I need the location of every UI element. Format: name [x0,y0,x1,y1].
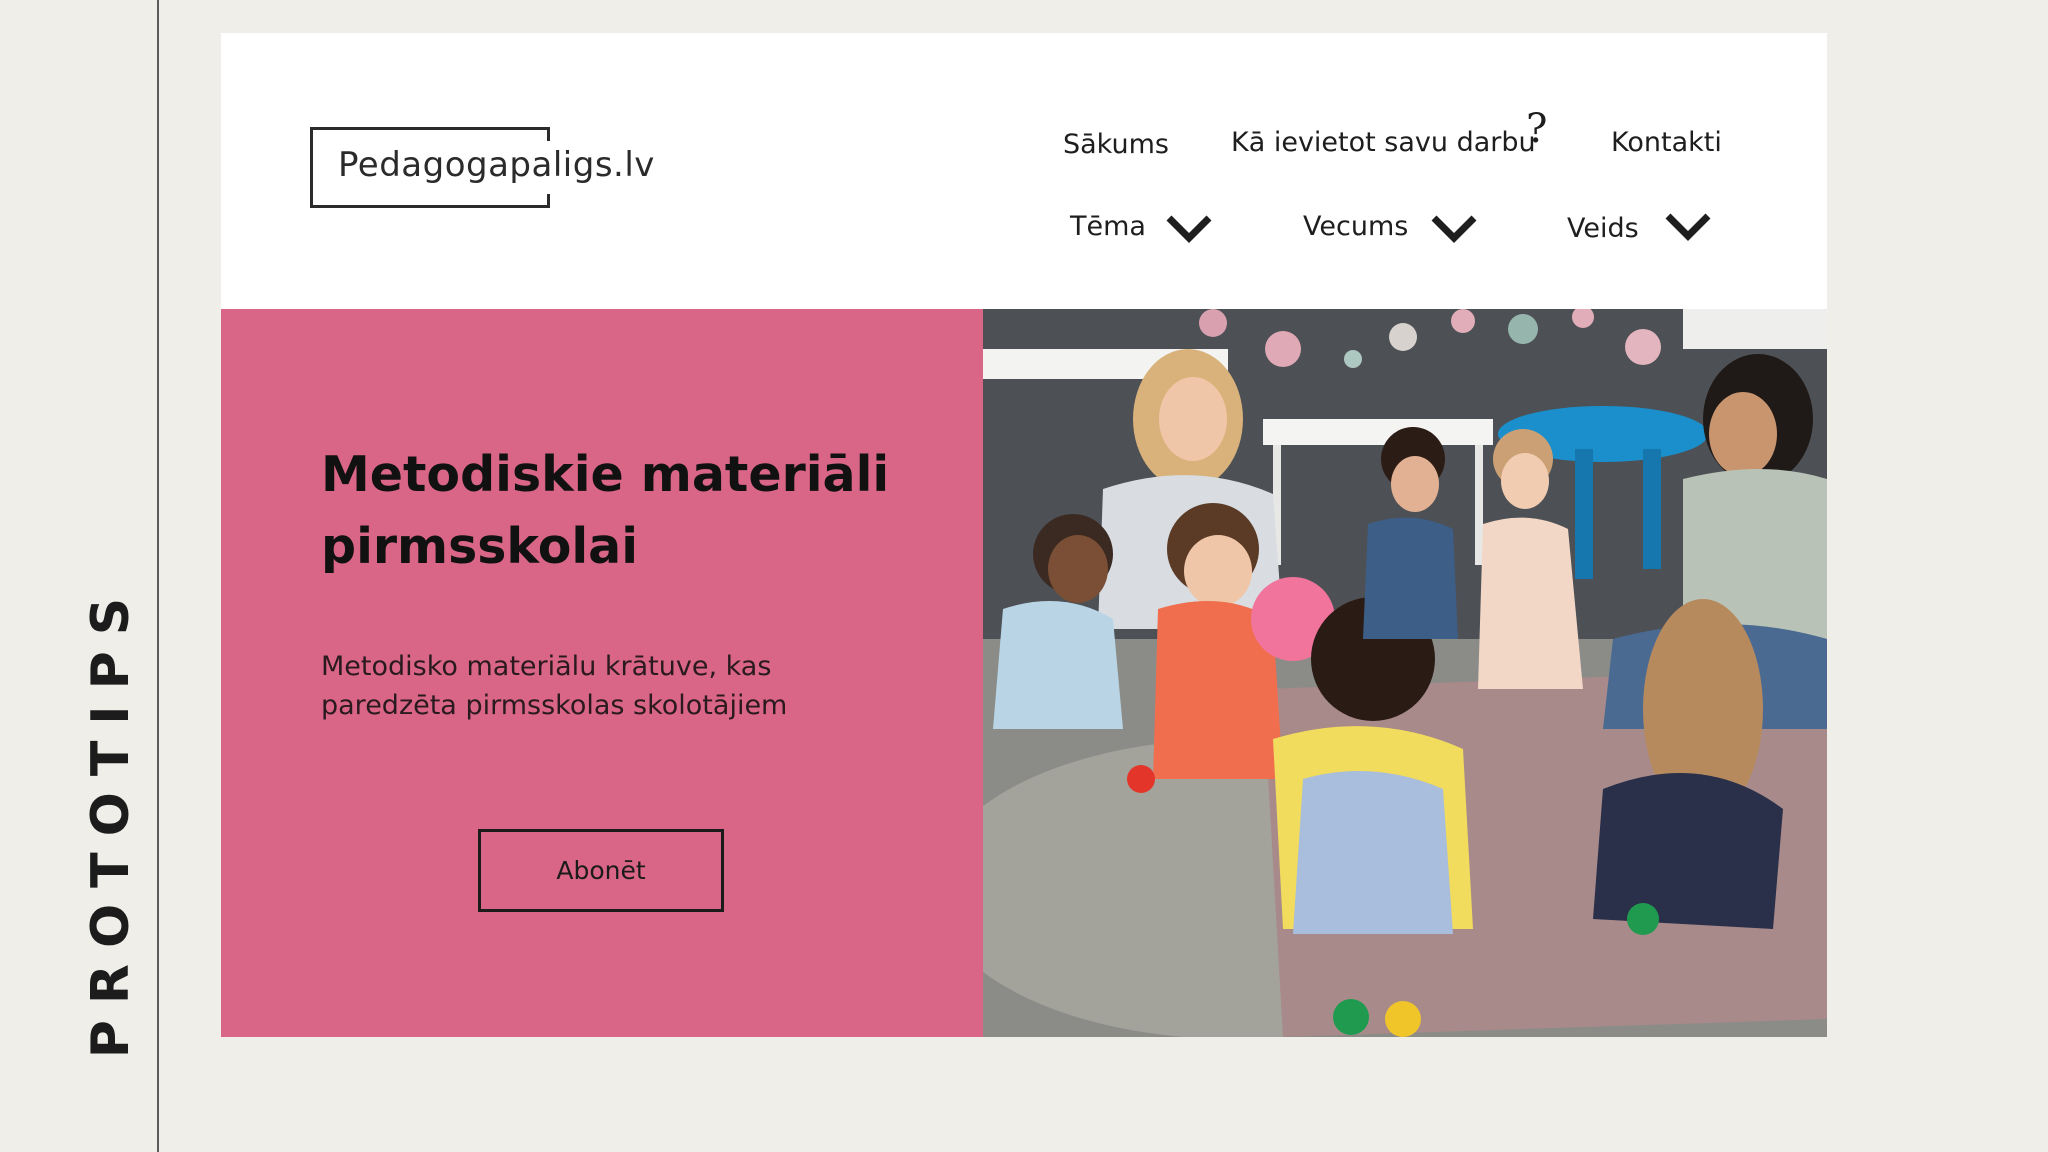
site-logo[interactable]: Pedagogapaligs.lv [310,127,654,208]
filter-type-label[interactable]: Veids [1567,213,1639,244]
filter-age-label[interactable]: Vecums [1303,211,1408,242]
side-divider [157,0,159,1152]
logo-text: Pedagogapaligs.lv [338,145,655,185]
hero-title: Metodiskie materiāli pirmsskolai [321,446,890,575]
filter-topic-label[interactable]: Tēma [1070,211,1146,242]
nav-home[interactable]: Sākums [1063,129,1169,160]
site-header: Pedagogapaligs.lv Sākums Kā ievietot sav… [221,33,1827,309]
nav-contacts[interactable]: Kontakti [1611,127,1722,158]
prototype-label: PROTOTIPS [81,581,141,1059]
chevron-down-icon[interactable] [1664,211,1712,241]
website-mockup: Pedagogapaligs.lv Sākums Kā ievietot sav… [221,33,1827,1037]
nav-how-to-submit[interactable]: Kā ievietot savu darbu [1231,127,1536,158]
chevron-down-icon[interactable] [1165,213,1213,243]
hero-subtitle: Metodisko materiālu krātuve, kas paredzē… [321,651,788,721]
chevron-down-icon[interactable] [1430,213,1478,243]
hero-panel: Metodiskie materiāli pirmsskolai Metodis… [221,309,983,1037]
subscribe-button[interactable]: Abonēt [478,829,724,912]
question-mark-icon: ? [1526,106,1548,152]
hero-photo-classroom [983,309,1827,1037]
